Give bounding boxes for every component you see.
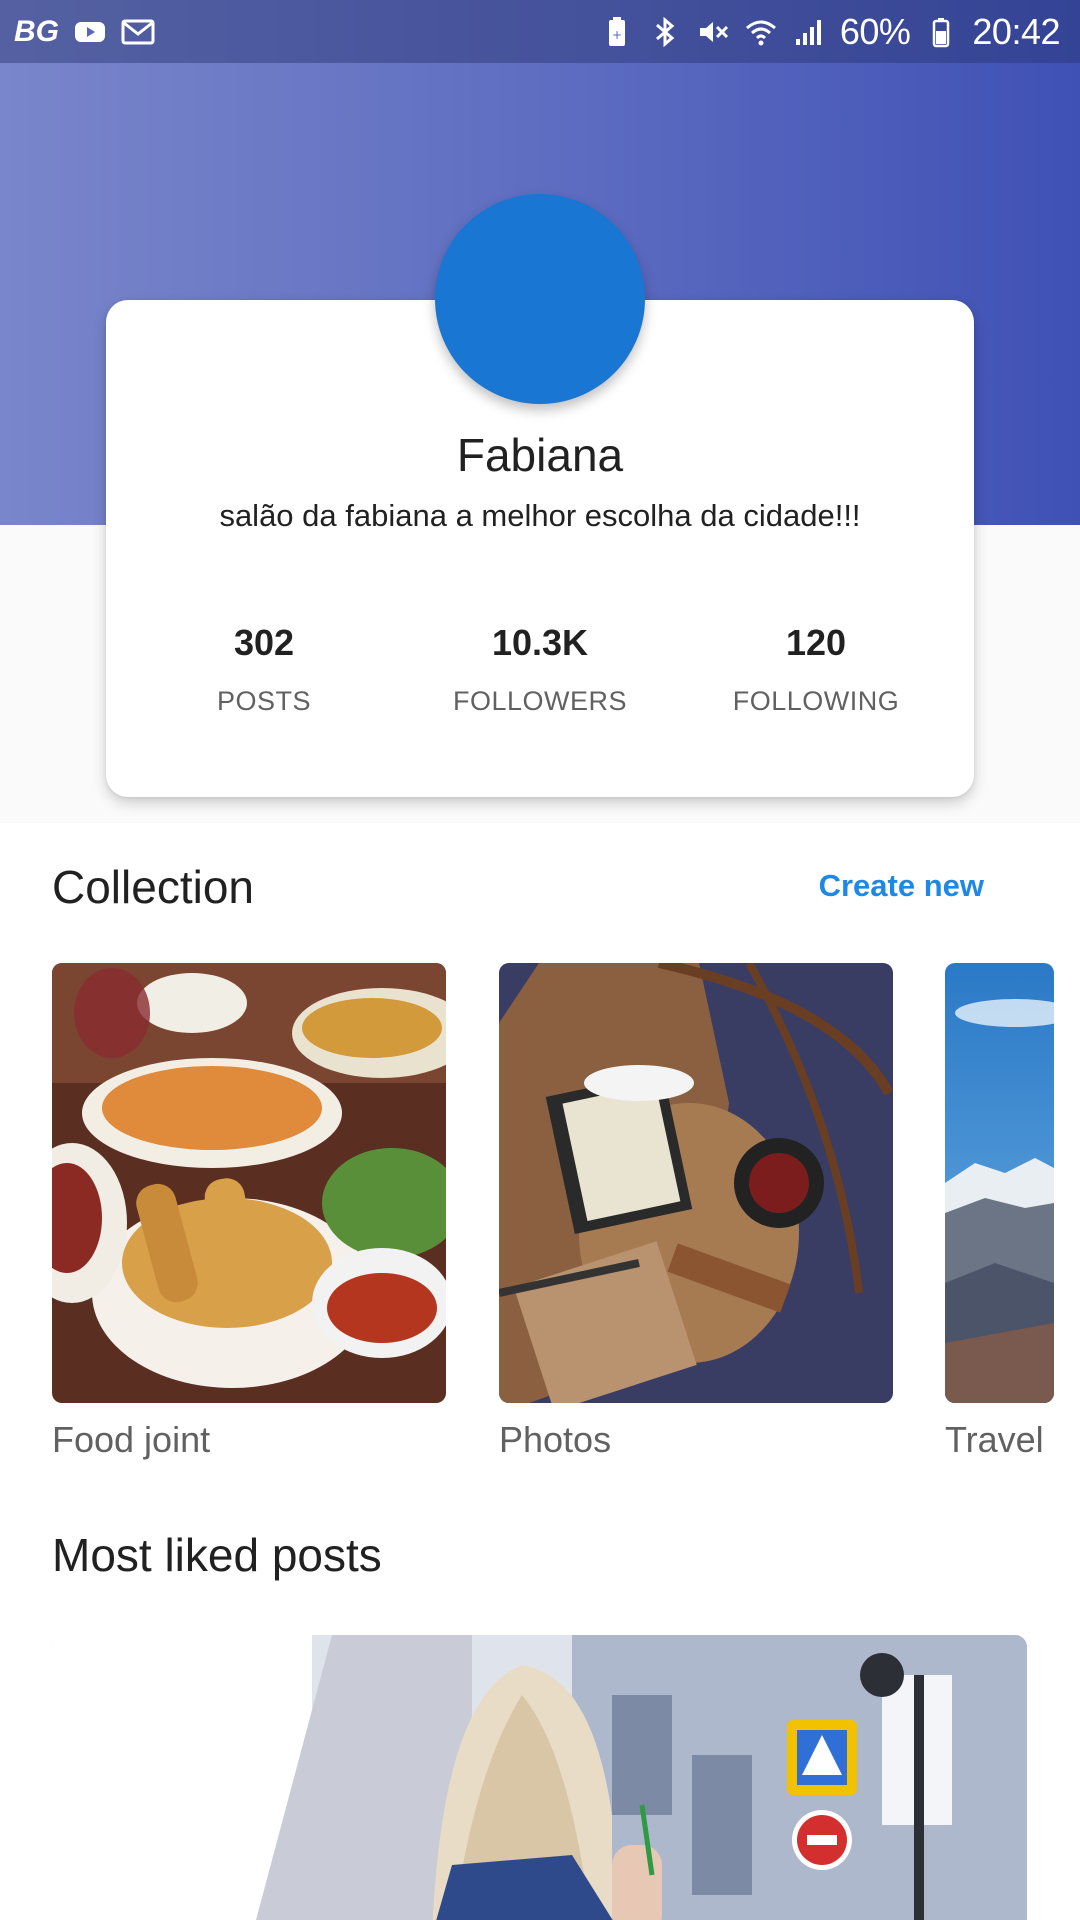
stat-label: FOLLOWERS <box>452 686 628 716</box>
collection-thumbnail <box>499 963 893 1403</box>
battery-saver-icon: + <box>600 15 634 49</box>
wifi-icon <box>744 15 778 49</box>
clock: 20:42 <box>972 10 1060 52</box>
collection-item-food-joint[interactable]: Food joint <box>52 963 446 1461</box>
stat-followers[interactable]: 10.3K FOLLOWERS <box>420 622 660 732</box>
stat-following[interactable]: 120 FOLLOWING <box>696 622 936 732</box>
stat-label: POSTS <box>216 686 312 716</box>
status-bar: BG + 60% 20:42 <box>0 0 1080 63</box>
collection-thumbnail <box>52 963 446 1403</box>
mute-icon <box>696 15 730 49</box>
bluetooth-icon <box>648 15 682 49</box>
collection-heading: Collection <box>52 861 254 913</box>
collection-item-photos[interactable]: Photos <box>499 963 893 1461</box>
battery-icon <box>924 15 958 49</box>
battery-percent: 60% <box>839 10 911 52</box>
collection-thumbnail <box>945 963 1054 1403</box>
signal-icon <box>792 15 826 49</box>
profile-stats: 302 POSTS 10.3K FOLLOWERS 120 FOLLOWING <box>106 622 974 732</box>
most-liked-post-image[interactable] <box>52 1635 1027 1920</box>
profile-name: Fabiana <box>456 429 624 481</box>
stat-value: 302 <box>233 622 295 663</box>
stat-value: 120 <box>785 622 847 663</box>
collection-label: Food joint <box>52 1419 211 1460</box>
gmail-icon <box>121 15 155 49</box>
profile-screen: BG + 60% 20:42 Fabiana salão da fabiana … <box>0 0 1080 1920</box>
svg-text:+: + <box>612 28 622 42</box>
collection-label: Travel <box>945 1419 1044 1460</box>
collection-item-travel[interactable]: Travel <box>945 963 1054 1461</box>
create-new-link[interactable]: Create new <box>819 868 984 904</box>
bg-indicator: BG <box>14 14 59 48</box>
stat-posts[interactable]: 302 POSTS <box>144 622 384 732</box>
youtube-icon <box>73 15 107 49</box>
stat-value: 10.3K <box>491 622 589 663</box>
stat-label: FOLLOWING <box>732 686 900 716</box>
most-liked-heading: Most liked posts <box>52 1529 382 1581</box>
profile-bio: salão da fabiana a melhor escolha da cid… <box>219 498 861 533</box>
avatar[interactable] <box>435 194 645 404</box>
collection-label: Photos <box>499 1419 612 1460</box>
